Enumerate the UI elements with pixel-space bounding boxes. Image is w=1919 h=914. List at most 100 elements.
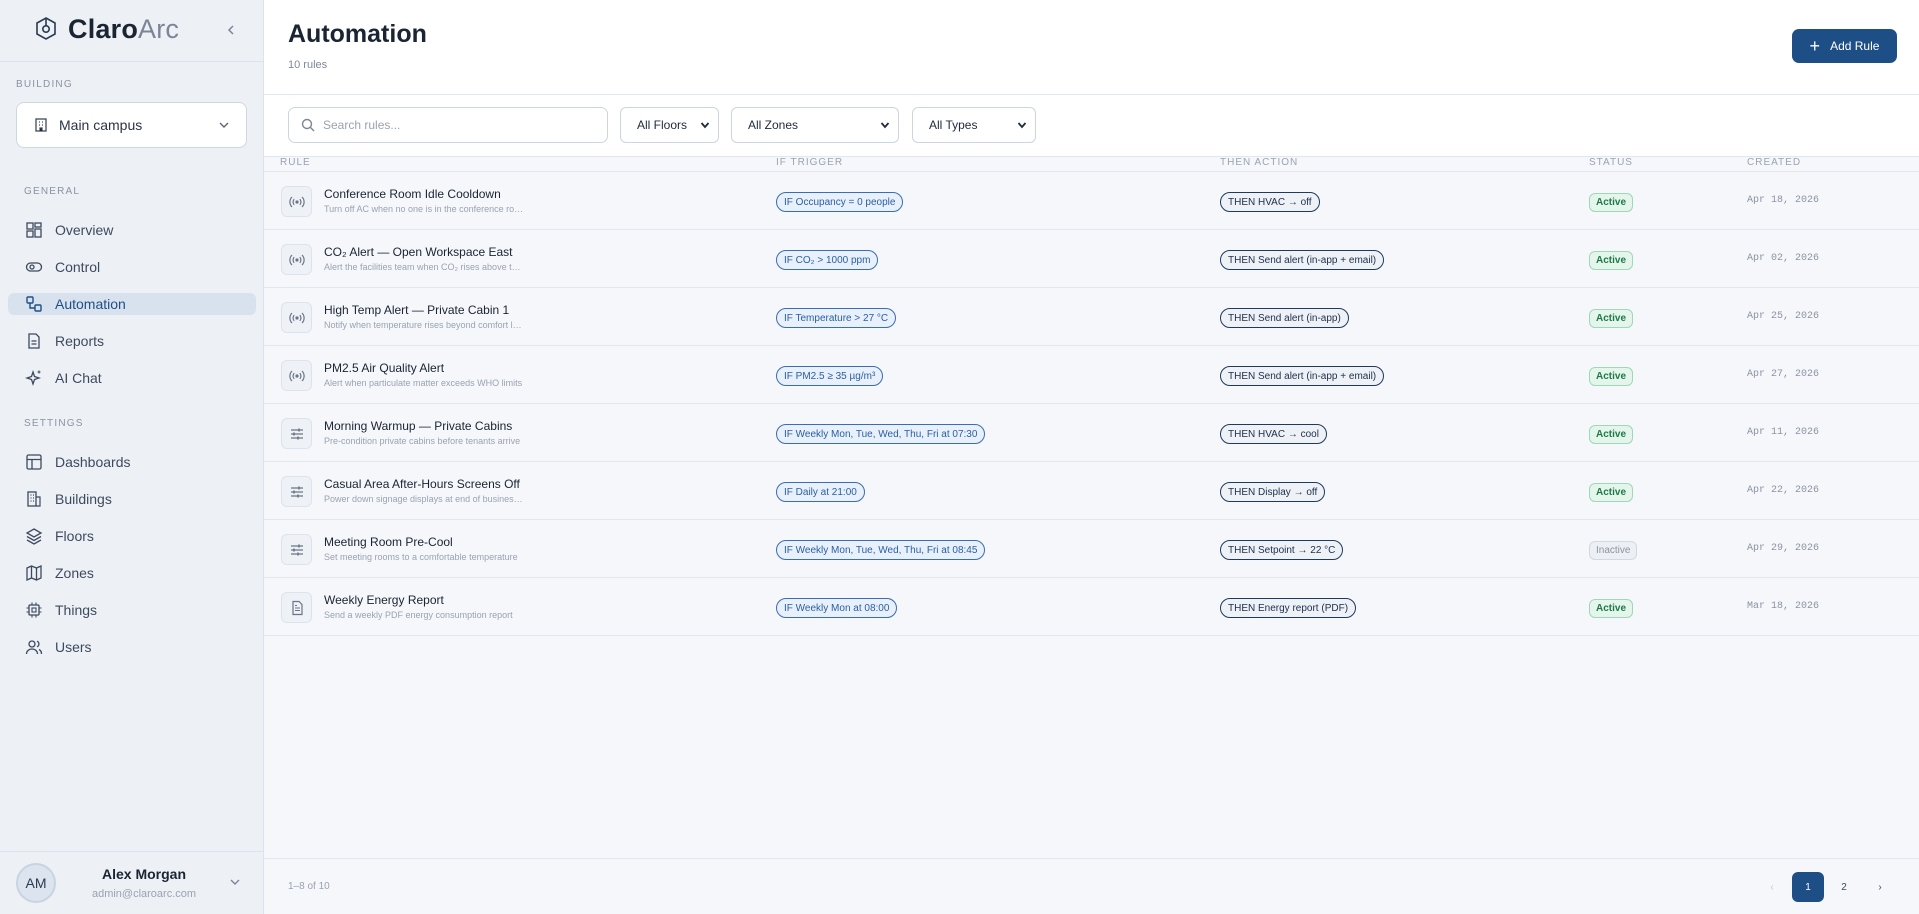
nav-item-users[interactable]: Users: [8, 636, 256, 658]
brand[interactable]: ClaroArc: [32, 14, 179, 44]
nav-item-automation[interactable]: Automation: [8, 293, 256, 315]
nav-item-label: AI Chat: [55, 370, 102, 386]
logo-icon: [36, 17, 56, 40]
search-input[interactable]: [323, 118, 603, 132]
sliders-icon: [281, 418, 312, 449]
rule-description: Send a weekly PDF energy consumption rep…: [324, 610, 513, 620]
table-header: RULE IF TRIGGER THEN ACTION STATUS CREAT…: [264, 157, 1919, 172]
sparkle-icon: [24, 368, 44, 388]
nav-item-floors[interactable]: Floors: [8, 525, 256, 547]
table-row[interactable]: Weekly Energy Report Send a weekly PDF e…: [264, 578, 1919, 636]
add-rule-label: Add Rule: [1830, 39, 1880, 53]
rule-title: Morning Warmup — Private Cabins: [324, 419, 513, 433]
table-row[interactable]: Conference Room Idle Cooldown Turn off A…: [264, 172, 1919, 230]
action-pill: THEN Setpoint → 22 °C: [1220, 540, 1344, 560]
next-page-button[interactable]: ›: [1864, 872, 1896, 902]
search-box[interactable]: [288, 107, 608, 143]
status-badge: Active: [1589, 599, 1634, 618]
action-pill: THEN Display → off: [1220, 482, 1326, 502]
trigger-pill: IF Temperature > 27 °C: [776, 308, 897, 328]
chevron-down-icon[interactable]: [229, 876, 241, 888]
page-1-button[interactable]: 1: [1792, 872, 1824, 902]
report-icon: [281, 592, 312, 623]
brand-name: ClaroArc: [68, 14, 179, 45]
created-date: Apr 22, 2026: [1747, 485, 1820, 496]
type-filter-select[interactable]: All Types: [912, 107, 1036, 143]
nav-item-ai-chat[interactable]: AI Chat: [8, 367, 256, 389]
workflow-icon: [24, 294, 44, 314]
nav-item-label: Reports: [55, 333, 105, 349]
action-pill: THEN Send alert (in-app + email): [1220, 366, 1385, 386]
search-icon: [301, 118, 315, 132]
action-pill: THEN Energy report (PDF): [1220, 598, 1357, 618]
chip-icon: [24, 600, 44, 620]
collapse-sidebar-button[interactable]: [220, 19, 242, 41]
column-header-created[interactable]: CREATED: [1747, 157, 1801, 168]
status-badge: Active: [1589, 483, 1634, 502]
status-badge: Active: [1589, 425, 1634, 444]
nav-item-zones[interactable]: Zones: [8, 562, 256, 584]
action-pill: THEN HVAC → cool: [1220, 424, 1327, 444]
nav-item-dashboards[interactable]: Dashboards: [8, 451, 256, 473]
building-icon: [24, 489, 44, 509]
action-pill: THEN Send alert (in-app): [1220, 308, 1349, 328]
prev-page-button[interactable]: ‹: [1756, 872, 1788, 902]
sidebar-divider: [0, 61, 264, 62]
floor-filter-select[interactable]: All Floors: [620, 107, 719, 143]
rule-description: Turn off AC when no one is in the confer…: [324, 204, 524, 214]
plus-icon: +: [1809, 36, 1821, 56]
nav-item-reports[interactable]: Reports: [8, 330, 256, 352]
nav-item-label: Users: [55, 639, 92, 655]
created-date: Apr 25, 2026: [1747, 311, 1820, 322]
nav-item-control[interactable]: Control: [8, 256, 256, 278]
nav-item-label: Overview: [55, 222, 114, 238]
page-title: Automation: [288, 20, 427, 48]
floor-filter-value: All Floors: [637, 118, 688, 132]
column-header-action[interactable]: THEN ACTION: [1220, 157, 1298, 168]
nav-item-label: Things: [55, 602, 98, 618]
created-date: Apr 27, 2026: [1747, 369, 1820, 380]
trigger-pill: IF Weekly Mon, Tue, Wed, Thu, Fri at 07:…: [776, 424, 986, 444]
layout-icon: [24, 452, 44, 472]
user-menu[interactable]: AM Alex Morgan admin@claroarc.com: [0, 851, 264, 914]
table-row[interactable]: CO₂ Alert — Open Workspace East Alert th…: [264, 230, 1919, 288]
created-date: Apr 18, 2026: [1747, 195, 1820, 206]
rule-description: Pre-condition private cabins before tena…: [324, 436, 521, 446]
user-name: Alex Morgan: [101, 866, 186, 882]
status-badge: Inactive: [1589, 541, 1638, 560]
add-rule-button[interactable]: + Add Rule: [1792, 29, 1897, 63]
zone-filter-select[interactable]: All Zones: [731, 107, 899, 143]
nav-item-label: Zones: [55, 565, 94, 581]
created-date: Apr 29, 2026: [1747, 543, 1820, 554]
table-row[interactable]: PM2.5 Air Quality Alert Alert when parti…: [264, 346, 1919, 404]
nav-item-buildings[interactable]: Buildings: [8, 488, 256, 510]
nav-item-label: Automation: [55, 296, 126, 312]
status-badge: Active: [1589, 367, 1634, 386]
table-row[interactable]: Meeting Room Pre-Cool Set meeting rooms …: [264, 520, 1919, 578]
trigger-pill: IF CO₂ > 1000 ppm: [776, 250, 879, 270]
column-header-status[interactable]: STATUS: [1589, 157, 1633, 168]
column-header-rule[interactable]: RULE: [280, 157, 311, 168]
nav-item-things[interactable]: Things: [8, 599, 256, 621]
created-date: Mar 18, 2026: [1747, 601, 1820, 612]
general-section-label: GENERAL: [24, 186, 81, 197]
building-select[interactable]: Main campus: [16, 102, 247, 148]
trigger-pill: IF PM2.5 ≥ 35 µg/m³: [776, 366, 884, 386]
main-content: Automation 10 rules + Add Rule All Floor…: [264, 0, 1919, 914]
table-row[interactable]: High Temp Alert — Private Cabin 1 Notify…: [264, 288, 1919, 346]
building-select-value: Main campus: [59, 117, 143, 133]
type-filter-value: All Types: [929, 118, 978, 132]
table-row[interactable]: Morning Warmup — Private Cabins Pre-cond…: [264, 404, 1919, 462]
nav-item-overview[interactable]: Overview: [8, 219, 256, 241]
rule-title: Casual Area After-Hours Screens Off: [324, 477, 520, 491]
page-2-button[interactable]: 2: [1828, 872, 1860, 902]
table-row[interactable]: Casual Area After-Hours Screens Off Powe…: [264, 462, 1919, 520]
settings-nav: Dashboards Buildings Floors Zones Things…: [8, 451, 256, 673]
column-header-trigger[interactable]: IF TRIGGER: [776, 157, 843, 168]
table-footer: 1–8 of 10 ‹ 1 2 ›: [264, 858, 1919, 914]
user-email: admin@claroarc.com: [91, 888, 197, 900]
users-icon: [24, 637, 44, 657]
pagination-range: 1–8 of 10: [288, 881, 330, 892]
rules-table-body: Conference Room Idle Cooldown Turn off A…: [264, 172, 1919, 636]
general-nav: Overview Control Automation Reports AI C…: [8, 219, 256, 404]
